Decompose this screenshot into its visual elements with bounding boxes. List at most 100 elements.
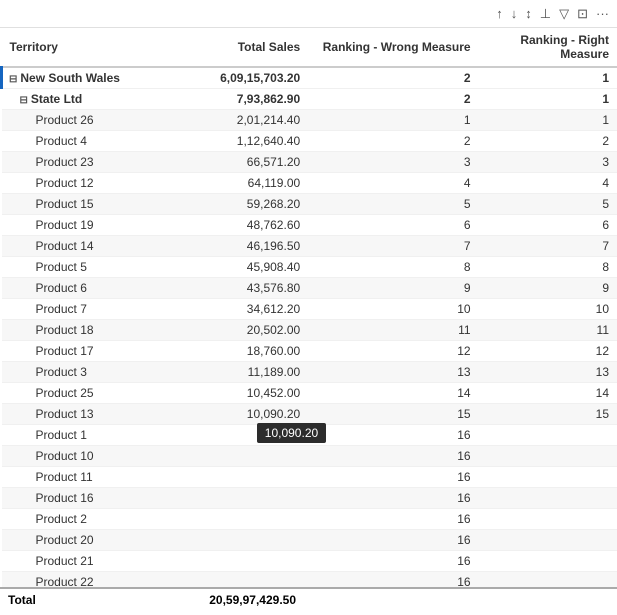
territory-label: Product 20 — [36, 533, 94, 547]
grid-icon[interactable]: ⊡ — [577, 6, 588, 22]
ranking-right-cell: 5 — [479, 194, 617, 215]
ranking-wrong-cell: 15 — [308, 404, 478, 425]
territory-label: Product 4 — [36, 134, 87, 148]
territory-label: Product 7 — [36, 302, 87, 316]
sales-cell: 34,612.20 — [170, 299, 308, 320]
sales-cell: 2,01,214.40 — [170, 110, 308, 131]
toolbar: ↑ ↓ ↕ ⊥ ▽ ⊡ ··· — [0, 0, 617, 28]
territory-label: Product 2 — [36, 512, 87, 526]
territory-label: State Ltd — [31, 92, 82, 106]
sort-asc-icon[interactable]: ↑ — [496, 6, 503, 21]
territory-label: Product 11 — [36, 470, 93, 484]
table-container[interactable]: Territory Total Sales Ranking - Wrong Me… — [0, 28, 617, 587]
sales-cell: 10,452.00 — [170, 383, 308, 404]
territory-cell: Product 25 — [2, 383, 170, 404]
table-row[interactable]: Product 10 16 — [2, 446, 617, 467]
ranking-wrong-cell: 16 — [308, 425, 478, 446]
col-ranking-right[interactable]: Ranking - Right Measure — [479, 28, 617, 67]
ranking-right-cell: 11 — [479, 320, 617, 341]
ranking-wrong-cell: 6 — [308, 215, 478, 236]
sales-cell: 6,09,15,703.20 — [170, 67, 308, 89]
table-row[interactable]: Product 545,908.4088 — [2, 257, 617, 278]
table-row[interactable]: Product 1116 — [2, 467, 617, 488]
ranking-wrong-cell: 2 — [308, 67, 478, 89]
ranking-right-cell: 13 — [479, 362, 617, 383]
table-row[interactable]: Product 734,612.201010 — [2, 299, 617, 320]
ranking-right-cell — [479, 551, 617, 572]
sales-cell: 45,908.40 — [170, 257, 308, 278]
ranking-right-cell: 1 — [479, 110, 617, 131]
territory-cell: Product 13 — [2, 404, 170, 425]
ranking-wrong-cell: 16 — [308, 509, 478, 530]
territory-cell: ⊟ New South Wales — [2, 67, 170, 89]
table-row[interactable]: Product 1310,090.2010,090.201515 — [2, 404, 617, 425]
sales-cell: 1,12,640.40 — [170, 131, 308, 152]
ranking-wrong-cell: 5 — [308, 194, 478, 215]
ranking-wrong-cell: 2 — [308, 131, 478, 152]
ranking-right-cell: 12 — [479, 341, 617, 362]
territory-label: Product 10 — [36, 449, 94, 463]
table-row[interactable]: Product 262,01,214.4011 — [2, 110, 617, 131]
more-icon[interactable]: ··· — [596, 6, 609, 21]
table-row[interactable]: Product 1616 — [2, 488, 617, 509]
table-row[interactable]: Product 1948,762.6066 — [2, 215, 617, 236]
ranking-wrong-cell: 13 — [308, 362, 478, 383]
expand-icon[interactable]: ⊥ — [540, 6, 551, 22]
territory-label: Product 26 — [36, 113, 94, 127]
table-row[interactable]: Product 1820,502.001111 — [2, 320, 617, 341]
territory-label: Product 6 — [36, 281, 87, 295]
territory-cell: Product 2 — [2, 509, 170, 530]
ranking-wrong-cell: 3 — [308, 152, 478, 173]
territory-cell: Product 5 — [2, 257, 170, 278]
table-row[interactable]: Product 1264,119.0044 — [2, 173, 617, 194]
table-row[interactable]: Product 311,189.001313 — [2, 362, 617, 383]
col-total-sales[interactable]: Total Sales — [170, 28, 308, 67]
column-header-row: Territory Total Sales Ranking - Wrong Me… — [2, 28, 617, 67]
sales-cell: 43,576.80 — [170, 278, 308, 299]
ranking-wrong-cell: 10 — [308, 299, 478, 320]
table-row[interactable]: Product 2216 — [2, 572, 617, 588]
table-row[interactable]: ⊟ New South Wales6,09,15,703.2021 — [2, 67, 617, 89]
ranking-right-cell: 1 — [479, 67, 617, 89]
sort-desc-icon[interactable]: ↓ — [511, 6, 518, 21]
table-row[interactable]: Product 20 16 — [2, 530, 617, 551]
table-row[interactable]: Product 2116 — [2, 551, 617, 572]
ranking-right-cell — [479, 488, 617, 509]
territory-cell: Product 22 — [2, 572, 170, 588]
expand-toggle[interactable]: ⊟ — [20, 95, 28, 106]
table-row[interactable]: Product 1718,760.001212 — [2, 341, 617, 362]
territory-cell: Product 10 — [2, 446, 170, 467]
table-row[interactable]: Product 2 16 — [2, 509, 617, 530]
territory-cell: Product 26 — [2, 110, 170, 131]
territory-cell: Product 21 — [2, 551, 170, 572]
sort-both-icon[interactable]: ↕ — [525, 6, 532, 21]
territory-label: Product 18 — [36, 323, 94, 337]
table-row[interactable]: Product 41,12,640.4022 — [2, 131, 617, 152]
sales-cell: 20,502.00 — [170, 320, 308, 341]
col-territory[interactable]: Territory — [2, 28, 170, 67]
ranking-wrong-cell: 16 — [308, 530, 478, 551]
territory-cell: Product 6 — [2, 278, 170, 299]
table-row[interactable]: Product 2366,571.2033 — [2, 152, 617, 173]
territory-label: Product 5 — [36, 260, 87, 274]
table-row[interactable]: Product 643,576.8099 — [2, 278, 617, 299]
filter-icon[interactable]: ▽ — [559, 6, 569, 22]
territory-cell: Product 15 — [2, 194, 170, 215]
ranking-wrong-cell: 14 — [308, 383, 478, 404]
table-row[interactable]: Product 2510,452.001414 — [2, 383, 617, 404]
table-row[interactable]: Product 1446,196.5077 — [2, 236, 617, 257]
table-row[interactable]: Product 1559,268.2055 — [2, 194, 617, 215]
table-row[interactable]: ⊟ State Ltd7,93,862.9021 — [2, 89, 617, 110]
col-ranking-wrong[interactable]: Ranking - Wrong Measure — [308, 28, 478, 67]
ranking-wrong-cell: 2 — [308, 89, 478, 110]
territory-label: Product 21 — [36, 554, 94, 568]
territory-cell: Product 1 — [2, 425, 170, 446]
tooltip: 10,090.20 — [257, 423, 326, 443]
sales-cell: 59,268.20 — [170, 194, 308, 215]
ranking-right-cell: 9 — [479, 278, 617, 299]
territory-cell: Product 14 — [2, 236, 170, 257]
expand-toggle[interactable]: ⊟ — [9, 74, 17, 85]
ranking-wrong-cell: 16 — [308, 446, 478, 467]
ranking-wrong-cell: 12 — [308, 341, 478, 362]
territory-label: Product 17 — [36, 344, 94, 358]
